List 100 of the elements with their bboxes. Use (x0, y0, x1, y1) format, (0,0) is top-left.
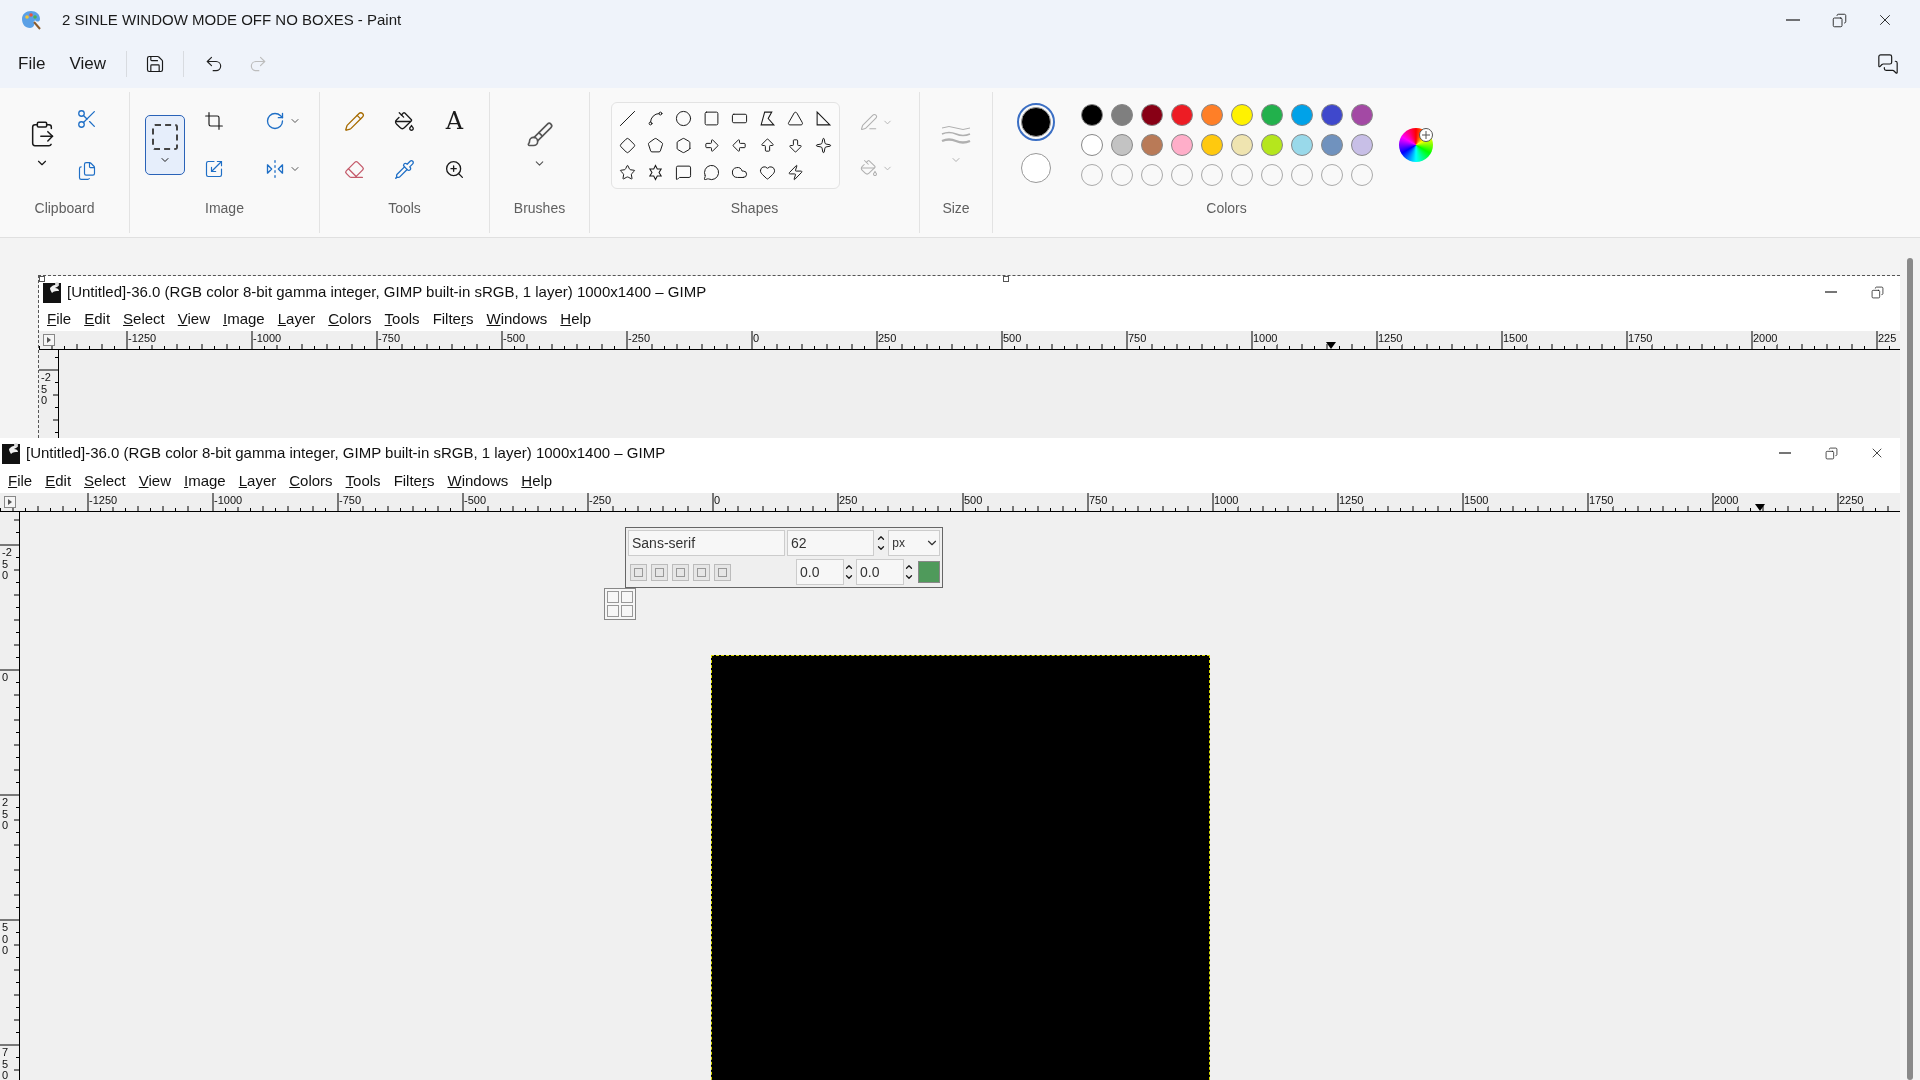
palette-color[interactable] (1261, 134, 1283, 156)
ruler-label: 500 (1003, 331, 1022, 345)
move-handle-icon[interactable] (604, 588, 636, 620)
custom-color-slot[interactable] (1141, 164, 1163, 186)
ruler-label: 1500 (1464, 493, 1489, 507)
group-label: Tools (388, 199, 421, 218)
palette-color[interactable] (1081, 134, 1103, 156)
unit-dropdown[interactable]: px (888, 530, 940, 556)
menu-item[interactable]: File (8, 473, 33, 488)
menu-item[interactable]: File (47, 311, 72, 326)
edit-colors-icon[interactable] (1399, 128, 1433, 162)
palette-color[interactable] (1231, 104, 1253, 126)
palette-color[interactable] (1351, 134, 1373, 156)
palette-color[interactable] (1111, 104, 1133, 126)
menu-item[interactable]: Filters (432, 311, 474, 326)
font-field[interactable]: Sans-serif (628, 530, 785, 556)
custom-color-slot[interactable] (1081, 164, 1103, 186)
menu-item[interactable]: Select (84, 473, 126, 488)
group-label: Brushes (513, 199, 566, 218)
offset-field[interactable]: 0.0 (856, 559, 904, 585)
menu-item[interactable]: Select (123, 311, 165, 326)
group-label: Colors (1206, 199, 1247, 218)
select-button[interactable] (144, 115, 185, 175)
restore-icon (1824, 446, 1838, 460)
ruler-label: 0 (714, 493, 721, 507)
custom-color-slot[interactable] (1291, 164, 1313, 186)
unit-label: px (892, 535, 906, 552)
scrollbar-thumb[interactable] (1907, 258, 1913, 1080)
menu-item[interactable]: Help (521, 473, 553, 488)
menu-item[interactable]: Edit (84, 311, 111, 326)
palette-color[interactable] (1321, 104, 1343, 126)
palette-color[interactable] (1141, 104, 1163, 126)
menu-item[interactable]: Layer (277, 311, 316, 326)
palette-color[interactable] (1201, 104, 1223, 126)
ruler-toggle-icon[interactable] (4, 496, 16, 508)
palette-color[interactable] (1111, 134, 1133, 156)
palette-color[interactable] (1351, 104, 1373, 126)
palette-color[interactable] (1201, 134, 1223, 156)
menu-item[interactable]: View (57, 46, 118, 82)
menu-item[interactable]: Image (184, 473, 226, 488)
palette-color[interactable] (1171, 134, 1193, 156)
italic-icon[interactable] (672, 563, 689, 581)
save-icon (144, 54, 165, 74)
palette-color[interactable] (1171, 104, 1193, 126)
selection-icon (151, 124, 178, 150)
app-icon (2, 442, 22, 464)
menu-item[interactable]: Layer (238, 473, 277, 488)
pencil-icon (344, 110, 365, 132)
bold-icon[interactable] (651, 563, 668, 581)
ruler-label: -500 (503, 331, 526, 345)
ruler-label: 1250 (1339, 493, 1364, 507)
zoom-in-icon (444, 158, 465, 180)
menu-item[interactable]: File (6, 46, 58, 82)
paint-bucket-icon (859, 159, 878, 177)
menu-item[interactable]: Windows (486, 311, 548, 326)
ruler-label: 1750 (1589, 493, 1614, 507)
menu-item[interactable]: Colors (328, 311, 372, 326)
menu-item[interactable]: Help (560, 311, 592, 326)
menu-item[interactable]: Tools (384, 311, 420, 326)
palette-color[interactable] (1231, 134, 1253, 156)
size-field[interactable]: 62 (786, 530, 875, 556)
offset-field[interactable]: 0.0 (796, 559, 844, 585)
palette-color[interactable] (1321, 134, 1343, 156)
underline-icon[interactable] (693, 563, 710, 581)
menu-item[interactable]: View (177, 311, 210, 326)
ruler-label: 750 (1128, 331, 1147, 345)
menu-item[interactable]: Windows (447, 473, 509, 488)
ruler-label: -1000 (214, 493, 243, 507)
menu-item[interactable]: Edit (45, 473, 72, 488)
crop-icon (203, 111, 224, 131)
palette-color[interactable] (1291, 104, 1313, 126)
menu-item[interactable]: Tools (345, 473, 381, 488)
ruler-label: 1250 (1378, 331, 1403, 345)
menu-item[interactable]: View (138, 473, 171, 488)
ruler-toggle-icon[interactable] (43, 334, 55, 346)
palette-color[interactable] (1081, 104, 1103, 126)
custom-color-slot[interactable] (1111, 164, 1133, 186)
menu-item[interactable]: Colors (289, 473, 333, 488)
custom-color-slot[interactable] (1261, 164, 1283, 186)
custom-color-slot[interactable] (1231, 164, 1253, 186)
brush-icon (525, 120, 554, 149)
text-tool-button[interactable]: A (439, 106, 470, 136)
custom-color-slot[interactable] (1201, 164, 1223, 186)
custom-color-slot[interactable] (1351, 164, 1373, 186)
pointer-marker-icon (1755, 504, 1765, 511)
eraser-icon (344, 158, 365, 180)
menu-item[interactable]: Filters (393, 473, 435, 488)
window-title: [Untitled]-36.0 (RGB color 8-bit gamma integer, GIMP built-in sRGB, 1 layer) 1000x1400 – GIMP (67, 281, 707, 302)
custom-color-slot[interactable] (1321, 164, 1343, 186)
palette-color[interactable] (1261, 104, 1283, 126)
menu-item[interactable]: Image (223, 311, 265, 326)
palette-color[interactable] (1141, 134, 1163, 156)
ruler-label: -750 (378, 331, 401, 345)
ruler-label: 250 (839, 493, 858, 507)
palette-color[interactable] (1291, 134, 1313, 156)
text-color-swatch[interactable] (918, 561, 940, 583)
custom-color-slot[interactable] (1171, 164, 1193, 186)
clear-style-icon[interactable] (630, 563, 647, 581)
app-icon (43, 281, 63, 303)
strikethrough-icon[interactable] (714, 563, 731, 581)
